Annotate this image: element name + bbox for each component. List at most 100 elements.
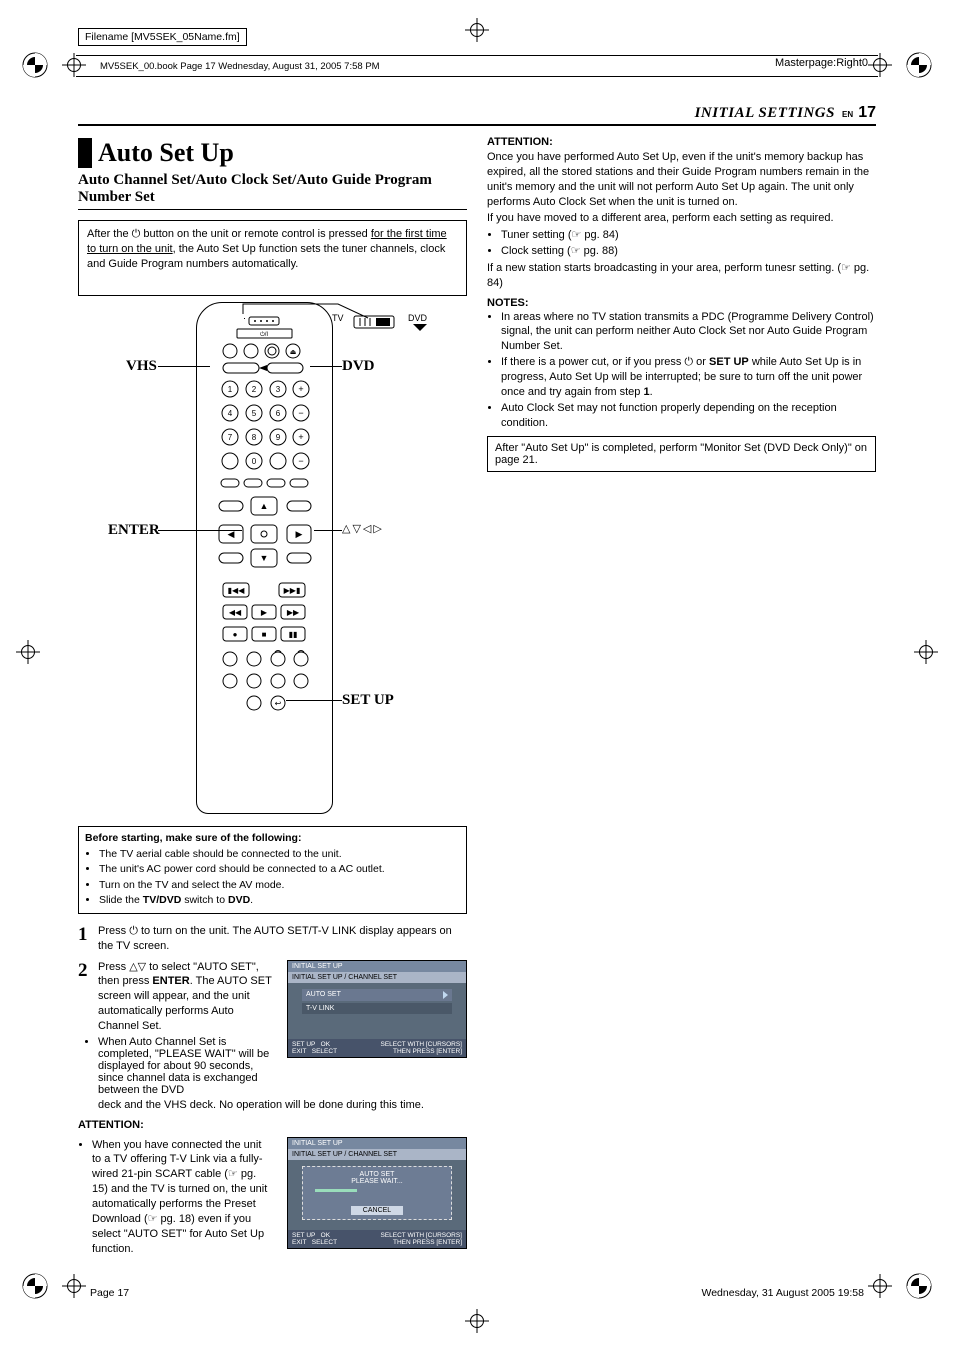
svg-text:▶▶▮: ▶▶▮ <box>284 586 301 595</box>
osd-title: INITIAL SET UP <box>288 961 466 972</box>
triangle-right-icon <box>443 991 448 999</box>
bookline: MV5SEK_00.book Page 17 Wednesday, August… <box>76 55 878 77</box>
footer: Page 17 Wednesday, 31 August 2005 19:58 <box>90 1287 864 1299</box>
svg-text:↩: ↩ <box>275 699 282 708</box>
footer-page: Page 17 <box>90 1287 129 1299</box>
remote-body: ⏻/I ⏏ <box>196 302 333 814</box>
osd-popup: AUTO SET PLEASE WAIT... CANCEL <box>302 1166 452 1220</box>
crosshair-icon <box>465 1309 489 1333</box>
attention-para: If a new station starts broadcasting in … <box>487 261 876 291</box>
arrows-label: △▽◁▷ <box>342 522 384 535</box>
triangle-down-icon <box>413 324 427 331</box>
svg-text:+: + <box>298 384 303 394</box>
intro-text: button on the unit or remote control is … <box>140 228 371 240</box>
step-2: 2 Press △▽ to select "AUTO SET", then pr… <box>78 960 273 1034</box>
h1-text: Auto Set Up <box>98 138 234 168</box>
crosshair-icon <box>914 640 938 664</box>
attention-para: Once you have performed Auto Set Up, eve… <box>487 150 876 209</box>
attention-bullet: Tuner setting (☞ pg. 84) <box>501 228 876 243</box>
note-item: In areas where no TV station transmits a… <box>501 310 876 355</box>
lang-code: EN <box>842 110 853 119</box>
osd-breadcrumb: INITIAL SET UP / CHANNEL SET <box>288 972 466 983</box>
crosshair-icon <box>62 1274 86 1298</box>
reg-mark-icon <box>906 52 932 78</box>
power-icon: ⏻ <box>684 356 693 368</box>
dvd-label: DVD <box>342 358 375 375</box>
step2-bullet-part1: When Auto Channel Set is completed, "PLE… <box>98 1036 273 1096</box>
osd-footer: SET UP OKEXIT SELECT SELECT WITH [CURSOR… <box>288 1230 466 1248</box>
svg-text:3: 3 <box>276 385 281 394</box>
before-box: Before starting, make sure of the follow… <box>78 826 467 914</box>
svg-text:7: 7 <box>228 433 233 442</box>
svg-text:◀◀: ◀◀ <box>229 608 242 617</box>
svg-text:▶▶: ▶▶ <box>287 608 300 617</box>
svg-text:▼: ▼ <box>260 553 269 563</box>
step-number: 1 <box>78 924 98 954</box>
before-heading: Before starting, make sure of the follow… <box>85 831 460 845</box>
svg-text:0: 0 <box>252 457 257 466</box>
section-title: INITIAL SETTINGS <box>695 105 835 121</box>
svg-text:1: 1 <box>228 385 233 394</box>
svg-text:⏏: ⏏ <box>290 349 297 356</box>
svg-text:9: 9 <box>276 433 281 442</box>
before-item: Turn on the TV and select the AV mode. <box>99 878 460 892</box>
svg-text:4: 4 <box>228 409 233 418</box>
osd-screenshot-2: INITIAL SET UP INITIAL SET UP / CHANNEL … <box>287 1137 467 1249</box>
svg-text:▲: ▲ <box>260 501 269 511</box>
heading-2: Auto Channel Set/Auto Clock Set/Auto Gui… <box>78 172 467 210</box>
before-item: The TV aerial cable should be connected … <box>99 847 460 861</box>
bookline-text: MV5SEK_00.book Page 17 Wednesday, August… <box>76 61 380 72</box>
page-header: INITIAL SETTINGS EN 17 <box>78 104 876 126</box>
footer-date: Wednesday, 31 August 2005 19:58 <box>702 1287 865 1299</box>
osd-cancel-button: CANCEL <box>351 1206 403 1215</box>
intro-box: After the ⏻ button on the unit or remote… <box>78 220 467 296</box>
filename-box: Filename [MV5SEK_05Name.fm] <box>78 28 247 46</box>
crosshair-icon <box>16 640 40 664</box>
svg-text:●: ● <box>233 630 238 639</box>
osd-footer: SET UP OKEXIT SELECT SELECT WITH [CURSOR… <box>288 1039 466 1057</box>
svg-text:▶: ▶ <box>261 608 268 617</box>
before-item: Slide the TV/DVD switch to DVD. <box>99 893 460 907</box>
remote-diagram: ⏻/I ⏏ <box>78 296 467 826</box>
svg-text:−: − <box>298 456 303 466</box>
attention-para: If you have moved to a different area, p… <box>487 211 876 226</box>
svg-text:▮▮: ▮▮ <box>289 630 298 639</box>
setup-label: SET UP <box>342 692 394 709</box>
svg-text:8: 8 <box>252 433 257 442</box>
osd-row: AUTO SET <box>302 989 452 1001</box>
step-number: 2 <box>78 960 98 1034</box>
svg-text:−: − <box>298 408 303 418</box>
attention-bullet: When you have connected the unit to a TV… <box>92 1138 273 1257</box>
svg-text:▶: ▶ <box>296 529 303 539</box>
before-item: The unit's AC power cord should be conne… <box>99 862 460 876</box>
reg-mark-icon <box>22 1273 48 1299</box>
osd-screenshot-1: INITIAL SET UP INITIAL SET UP / CHANNEL … <box>287 960 467 1058</box>
vhs-label: VHS <box>126 358 157 375</box>
reg-mark-icon <box>906 1273 932 1299</box>
note-item: Auto Clock Set may not function properly… <box>501 401 876 431</box>
attention-heading: ATTENTION: <box>487 136 876 148</box>
osd-title: INITIAL SET UP <box>288 1138 466 1149</box>
page-number: 17 <box>858 104 876 121</box>
step-1: 1 Press ⏻ to turn on the unit. The AUTO … <box>78 924 467 954</box>
attention-bullet: Clock setting (☞ pg. 88) <box>501 244 876 259</box>
svg-text:+: + <box>298 432 303 442</box>
crosshair-icon <box>868 1274 892 1298</box>
crosshair-icon <box>465 18 489 42</box>
osd-row: T-V LINK <box>302 1003 452 1014</box>
svg-text:2: 2 <box>252 385 257 394</box>
osd-breadcrumb: INITIAL SET UP / CHANNEL SET <box>288 1149 466 1160</box>
heading-1: Auto Set Up <box>78 138 467 168</box>
reg-mark-icon <box>22 52 48 78</box>
enter-label: ENTER <box>108 522 160 539</box>
power-icon: ⏻ <box>129 925 138 937</box>
attention-heading: ATTENTION: <box>78 1119 467 1131</box>
svg-text:▮◀◀: ▮◀◀ <box>228 586 246 595</box>
svg-text:⏻/I: ⏻/I <box>260 331 268 338</box>
svg-text:5: 5 <box>252 409 257 418</box>
svg-text:6: 6 <box>276 409 281 418</box>
notes-heading: NOTES: <box>487 297 876 309</box>
after-box: After "Auto Set Up" is completed, perfor… <box>487 436 876 472</box>
step2-bullet-cont: deck and the VHS deck. No operation will… <box>98 1098 467 1113</box>
note-item: If there is a power cut, or if you press… <box>501 355 876 400</box>
